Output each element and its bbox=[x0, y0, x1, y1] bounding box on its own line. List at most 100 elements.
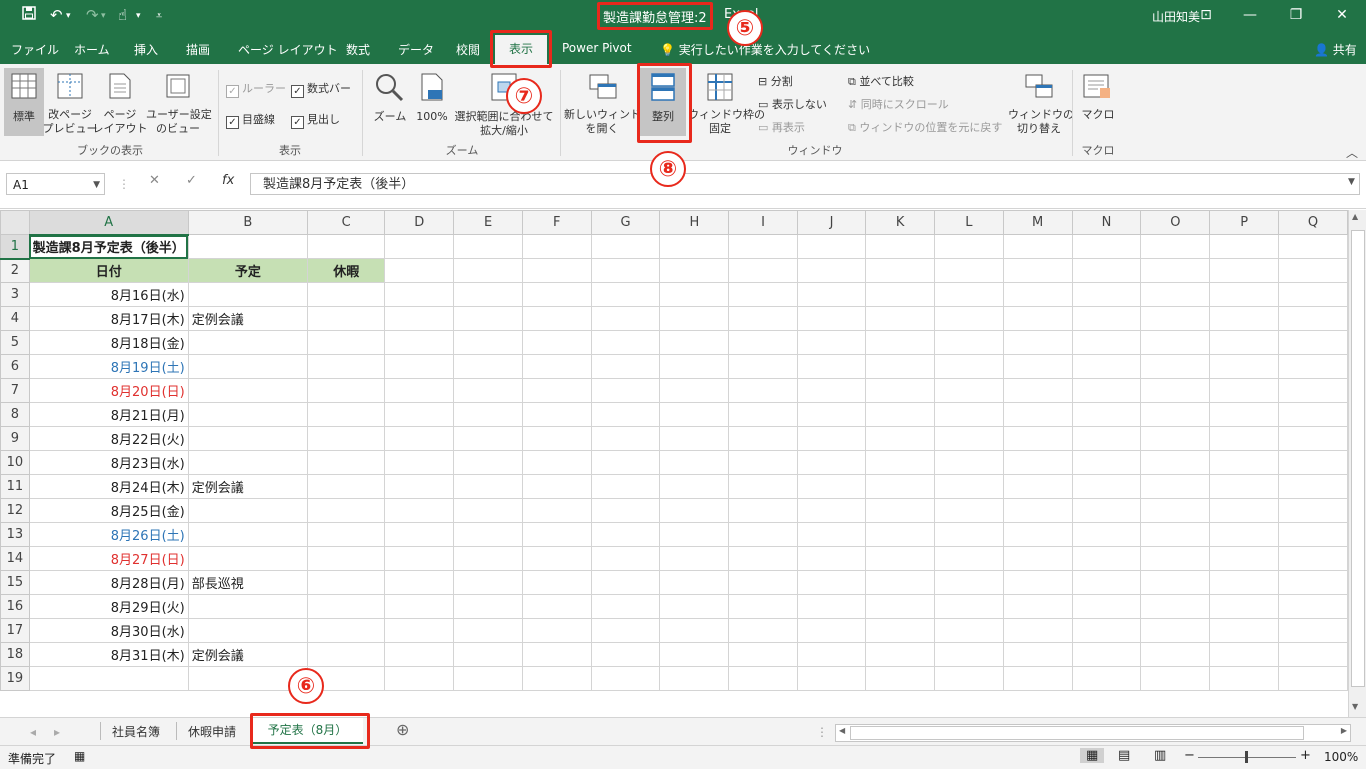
formula-input[interactable]: 製造課8月予定表（後半） bbox=[250, 173, 1360, 195]
cell-a8[interactable]: 8月21日(月) bbox=[28, 402, 189, 427]
sheet-tab-employees[interactable]: 社員名簿 bbox=[112, 722, 160, 742]
cell-a19[interactable] bbox=[28, 666, 189, 691]
scroll-left-icon[interactable]: ◀ bbox=[839, 726, 845, 735]
column-header[interactable]: Q bbox=[1278, 210, 1348, 235]
cell-empty[interactable] bbox=[659, 546, 730, 571]
cell-empty[interactable] bbox=[728, 474, 798, 499]
close-icon[interactable]: ✕ bbox=[1322, 3, 1362, 27]
cell-c1[interactable] bbox=[307, 234, 386, 259]
row-header[interactable]: 18 bbox=[0, 642, 30, 667]
cell-empty[interactable] bbox=[1209, 474, 1280, 499]
cell-empty[interactable] bbox=[1071, 354, 1142, 379]
cell-empty[interactable] bbox=[384, 522, 455, 547]
cell-empty[interactable] bbox=[1002, 450, 1073, 475]
cell-empty[interactable] bbox=[1002, 474, 1073, 499]
cell-empty[interactable] bbox=[521, 282, 592, 307]
cell-empty[interactable] bbox=[796, 522, 867, 547]
cell-empty[interactable] bbox=[1140, 594, 1211, 619]
cell-empty[interactable] bbox=[384, 498, 455, 523]
cell-empty[interactable] bbox=[796, 402, 867, 427]
cell-empty[interactable] bbox=[453, 570, 523, 595]
cell-empty[interactable] bbox=[453, 618, 523, 643]
cell-empty[interactable] bbox=[934, 258, 1004, 283]
cell-b9[interactable] bbox=[187, 426, 309, 451]
column-header[interactable]: E bbox=[453, 210, 523, 235]
undo-icon[interactable]: ↶ bbox=[50, 6, 63, 24]
column-header[interactable]: M bbox=[1002, 210, 1073, 235]
cell-empty[interactable] bbox=[728, 666, 798, 691]
cell-empty[interactable] bbox=[728, 258, 798, 283]
cell-empty[interactable] bbox=[796, 282, 867, 307]
cell-c8[interactable] bbox=[307, 402, 386, 427]
cell-empty[interactable] bbox=[1140, 234, 1211, 259]
sync-scroll-button[interactable]: ⇵ 同時にスクロール bbox=[848, 96, 949, 112]
cell-empty[interactable] bbox=[865, 354, 936, 379]
cell-empty[interactable] bbox=[453, 378, 523, 403]
tab-insert[interactable]: 挿入 bbox=[134, 41, 158, 58]
cell-b8[interactable] bbox=[187, 402, 309, 427]
cell-empty[interactable] bbox=[865, 642, 936, 667]
cell-empty[interactable] bbox=[1278, 402, 1348, 427]
sheet-tab-leave[interactable]: 休暇申請 bbox=[188, 722, 236, 742]
cell-empty[interactable] bbox=[384, 330, 455, 355]
cell-empty[interactable] bbox=[1071, 522, 1142, 547]
cell-empty[interactable] bbox=[796, 354, 867, 379]
cell-empty[interactable] bbox=[796, 618, 867, 643]
cell-empty[interactable] bbox=[1278, 474, 1348, 499]
cell-empty[interactable] bbox=[453, 354, 523, 379]
cell-a12[interactable]: 8月25日(金) bbox=[28, 498, 189, 523]
cell-empty[interactable] bbox=[384, 570, 455, 595]
page-layout-status-icon[interactable]: ▤ bbox=[1118, 748, 1130, 763]
cell-empty[interactable] bbox=[934, 282, 1004, 307]
new-window-button[interactable]: 新しいウィンドウ を開く bbox=[564, 68, 652, 138]
cell-empty[interactable] bbox=[1209, 234, 1280, 259]
cell-c6[interactable] bbox=[307, 354, 386, 379]
row-header[interactable]: 11 bbox=[0, 474, 30, 499]
cell-a4[interactable]: 8月17日(木) bbox=[28, 306, 189, 331]
cell-empty[interactable] bbox=[796, 498, 867, 523]
cell-empty[interactable] bbox=[934, 354, 1004, 379]
column-header[interactable]: O bbox=[1140, 210, 1211, 235]
cell-empty[interactable] bbox=[453, 426, 523, 451]
cell-empty[interactable] bbox=[659, 426, 730, 451]
tab-draw[interactable]: 描画 bbox=[186, 41, 210, 58]
cell-empty[interactable] bbox=[1071, 426, 1142, 451]
cell-a5[interactable]: 8月18日(金) bbox=[28, 330, 189, 355]
cell-empty[interactable] bbox=[1071, 618, 1142, 643]
cell-a14[interactable]: 8月27日(日) bbox=[28, 546, 189, 571]
cell-empty[interactable] bbox=[865, 282, 936, 307]
cell-empty[interactable] bbox=[521, 498, 592, 523]
cell-empty[interactable] bbox=[659, 570, 730, 595]
row-header[interactable]: 9 bbox=[0, 426, 30, 451]
row-header[interactable]: 7 bbox=[0, 378, 30, 403]
row-header[interactable]: 10 bbox=[0, 450, 30, 475]
cell-empty[interactable] bbox=[1209, 306, 1280, 331]
normal-view-button[interactable]: 標準 bbox=[4, 68, 44, 136]
unhide-window-button[interactable]: ▭ 再表示 bbox=[758, 119, 805, 135]
cell-empty[interactable] bbox=[521, 234, 592, 259]
cell-empty[interactable] bbox=[1002, 234, 1073, 259]
row-header[interactable]: 2 bbox=[0, 258, 30, 283]
cell-empty[interactable] bbox=[1209, 354, 1280, 379]
cell-b3[interactable] bbox=[187, 282, 309, 307]
cell-empty[interactable] bbox=[796, 666, 867, 691]
cell-empty[interactable] bbox=[1140, 522, 1211, 547]
cell-empty[interactable] bbox=[865, 594, 936, 619]
cell-empty[interactable] bbox=[1002, 258, 1073, 283]
column-header[interactable]: N bbox=[1071, 210, 1142, 235]
cell-empty[interactable] bbox=[384, 642, 455, 667]
cell-empty[interactable] bbox=[796, 450, 867, 475]
touch-dropdown-icon[interactable]: ▾ bbox=[136, 11, 141, 21]
cell-empty[interactable] bbox=[865, 306, 936, 331]
cell-empty[interactable] bbox=[1002, 618, 1073, 643]
row-header[interactable]: 6 bbox=[0, 354, 30, 379]
cell-empty[interactable] bbox=[453, 402, 523, 427]
cell-empty[interactable] bbox=[1002, 594, 1073, 619]
cell-empty[interactable] bbox=[521, 330, 592, 355]
column-header[interactable]: K bbox=[865, 210, 936, 235]
cell-empty[interactable] bbox=[453, 330, 523, 355]
row-header[interactable]: 1 bbox=[0, 234, 30, 260]
cell-c9[interactable] bbox=[307, 426, 386, 451]
cell-empty[interactable] bbox=[1140, 546, 1211, 571]
name-box[interactable]: A1 ▼ bbox=[6, 173, 105, 195]
